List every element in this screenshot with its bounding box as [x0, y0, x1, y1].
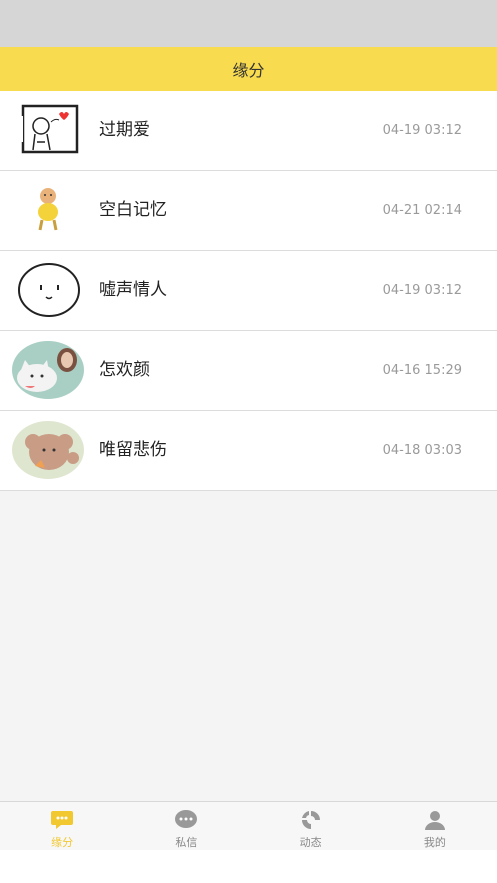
avatar-cat-illustration: [10, 340, 86, 400]
chat-row[interactable]: 空白记忆 04-21 02:14: [0, 171, 497, 251]
chat-row[interactable]: 唯留悲伤 04-18 03:03: [0, 411, 497, 491]
page-header: 缘分: [0, 47, 497, 91]
chat-name: 过期爱: [99, 120, 150, 140]
page-title: 缘分: [232, 61, 265, 80]
chat-time: 04-18 03:03: [382, 443, 462, 458]
chat-row[interactable]: 怎欢颜 04-16 15:29: [0, 331, 497, 411]
status-bar: [0, 0, 497, 47]
person-icon: [422, 808, 448, 832]
avatar-dog-illustration: [10, 420, 86, 480]
tab-moments[interactable]: 动态: [249, 802, 373, 851]
tab-me[interactable]: 我的: [373, 802, 497, 851]
chat-time: 04-19 03:12: [382, 283, 462, 298]
chat-row[interactable]: 过期爱 04-19 03:12: [0, 91, 497, 171]
home-indicator-area: [0, 850, 497, 883]
tab-messages[interactable]: 私信: [124, 802, 248, 851]
chat-row[interactable]: 嘘声情人 04-19 03:12: [0, 251, 497, 331]
avatar-sketch-figure: [10, 100, 86, 160]
tab-label: 私信: [175, 836, 198, 849]
swirl-icon: [298, 808, 324, 832]
tab-label: 缘分: [51, 836, 74, 849]
tab-bar: 缘分 私信 动态 我的: [0, 801, 497, 851]
chat-list: 过期爱 04-19 03:12 空白记忆 04-21 02:14 嘘声情人 04…: [0, 91, 497, 491]
message-dots-icon: [173, 808, 199, 832]
chat-name: 空白记忆: [99, 200, 167, 220]
chat-time: 04-21 02:14: [382, 203, 462, 218]
avatar-yellow-cartoon: [10, 180, 86, 240]
chat-name: 唯留悲伤: [99, 440, 167, 460]
chat-time: 04-19 03:12: [382, 123, 462, 138]
tab-label: 我的: [423, 836, 446, 849]
chat-name: 怎欢颜: [99, 360, 150, 380]
chat-time: 04-16 15:29: [382, 363, 462, 378]
chat-name: 嘘声情人: [99, 280, 167, 300]
tab-label: 动态: [299, 836, 322, 849]
tab-yuanfen[interactable]: 缘分: [0, 802, 124, 851]
chat-bubble-icon: [49, 808, 75, 832]
avatar-smiley-face: [10, 260, 86, 320]
